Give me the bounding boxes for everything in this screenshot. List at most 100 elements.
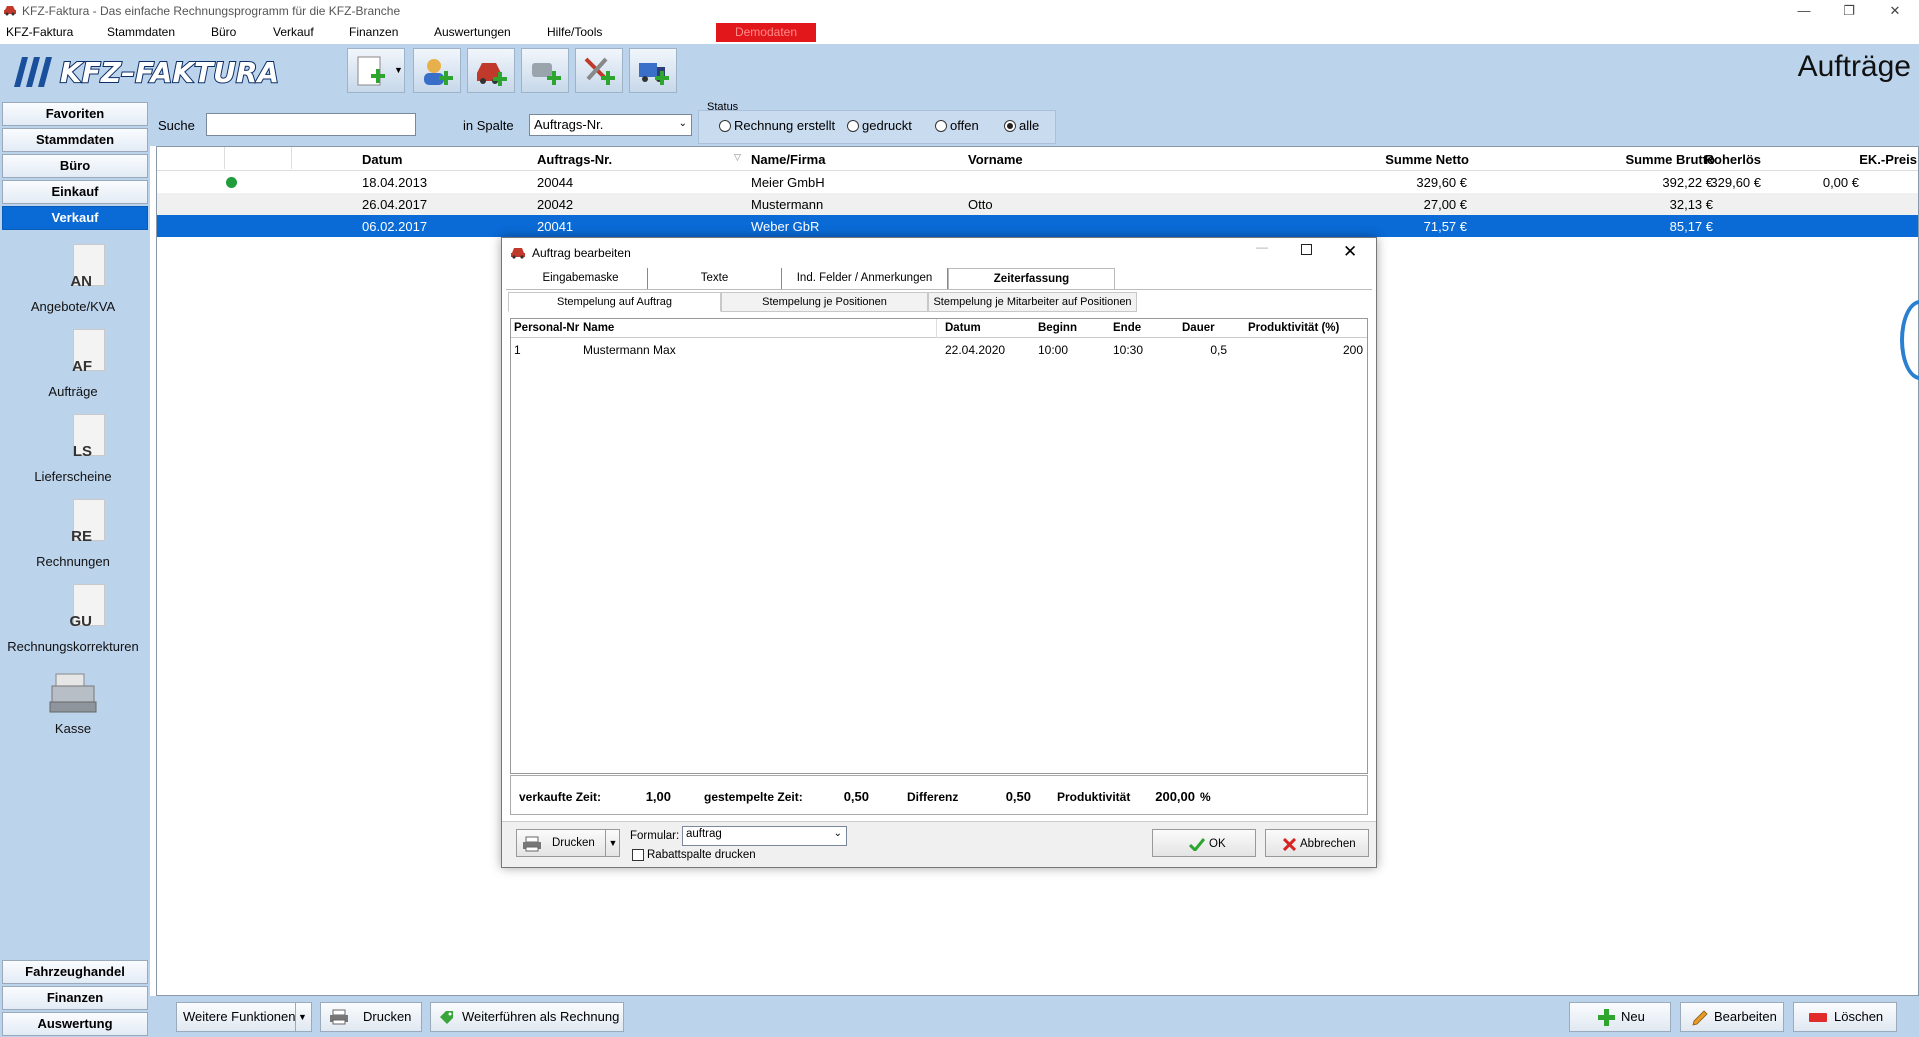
sidebar-section-verkauf[interactable]: Verkauf <box>2 206 148 230</box>
sidebar-section-favoriten[interactable]: Favoriten <box>2 102 148 126</box>
cash-register-icon <box>49 673 97 713</box>
col-datum[interactable]: Datum <box>362 152 402 167</box>
chevron-down-icon[interactable]: ▼ <box>394 65 403 75</box>
subtab-stempelung-auftrag[interactable]: Stempelung auf Auftrag <box>508 292 721 312</box>
module-kasse[interactable]: Kasse <box>0 672 146 736</box>
productivity-value: 200,00 <box>1155 789 1195 804</box>
dialog-print-button[interactable]: Drucken ▼ <box>516 829 620 857</box>
dialog-footer: Drucken ▼ Formular: auftrag ⌄ Rabattspal… <box>502 821 1376 867</box>
convert-to-invoice-button[interactable]: Weiterführen als Rechnung <box>430 1002 624 1032</box>
car-icon <box>511 248 525 259</box>
chevron-down-icon[interactable]: ▼ <box>295 1003 309 1031</box>
sidebar-section-fahrzeughandel[interactable]: Fahrzeughandel <box>2 960 148 984</box>
document-icon: LS <box>54 414 105 462</box>
add-service-button[interactable] <box>575 48 623 93</box>
window-titlebar: KFZ-Faktura - Das einfache Rechnungsprog… <box>0 0 1919 22</box>
col-name-firma[interactable]: Name/Firma <box>751 152 825 167</box>
status-option-rechnung-erstellt[interactable]: Rechnung erstellt <box>719 118 835 133</box>
printer-icon <box>523 836 541 852</box>
search-input[interactable] <box>206 113 416 136</box>
menu-hilfe-tools[interactable]: Hilfe/Tools <box>547 25 602 39</box>
subtab-stempelung-positionen[interactable]: Stempelung je Positionen <box>721 292 928 312</box>
car-icon <box>4 6 16 16</box>
col-summe-netto[interactable]: Summe Netto <box>1269 152 1469 167</box>
dialog-maximize-button[interactable] <box>1301 244 1312 255</box>
radio-icon <box>1004 120 1016 132</box>
delete-button[interactable]: Löschen <box>1793 1002 1897 1032</box>
menu-stammdaten[interactable]: Stammdaten <box>107 25 175 39</box>
tab-zeiterfassung[interactable]: Zeiterfassung <box>948 268 1115 289</box>
add-vehicle-button[interactable] <box>467 48 515 93</box>
dialog-close-button[interactable]: ✕ <box>1343 242 1357 262</box>
table-row[interactable]: 26.04.2017 20042 Mustermann Otto 27,00 €… <box>157 193 1918 215</box>
new-button[interactable]: Neu <box>1569 1002 1671 1032</box>
truck-icon <box>639 63 669 85</box>
discount-column-label: Rabattspalte drucken <box>647 849 756 861</box>
print-button[interactable]: Drucken <box>320 1002 422 1032</box>
tab-eingabemaske[interactable]: Eingabemaske <box>514 268 648 289</box>
add-article-icon <box>532 63 561 85</box>
module-angebote[interactable]: AN Angebote/KVA <box>0 244 146 314</box>
app-header: KFZ–FAKTURA ▼ Aufträge <box>0 44 1919 98</box>
table-row[interactable]: 1 Mustermann Max 22.04.2020 10:00 10:30 … <box>511 319 1367 363</box>
radio-icon <box>719 120 731 132</box>
sidebar-section-auswertung[interactable]: Auswertung <box>2 1012 148 1036</box>
menu-buero[interactable]: Büro <box>211 25 236 39</box>
table-row-selected[interactable]: 06.02.2017 20041 Weber GbR 71,57 € 85,17… <box>157 215 1918 237</box>
status-option-offen[interactable]: offen <box>935 118 979 133</box>
chevron-down-icon[interactable]: ▼ <box>605 830 620 856</box>
edit-order-dialog: Auftrag bearbeiten — ✕ Eingabemaske Text… <box>501 237 1377 868</box>
subtab-stempelung-mitarbeiter[interactable]: Stempelung je Mitarbeiter auf Positionen <box>928 292 1137 312</box>
document-icon: AN <box>54 244 105 292</box>
discount-column-checkbox[interactable] <box>632 849 644 861</box>
module-rechnungskorrekturen[interactable]: GU Rechnungskorrekturen <box>0 584 146 654</box>
sidebar-section-finanzen[interactable]: Finanzen <box>2 986 148 1010</box>
menu-auswertungen[interactable]: Auswertungen <box>434 25 511 39</box>
column-select[interactable]: Auftrags-Nr. ⌄ <box>529 114 692 136</box>
menu-kfz-faktura[interactable]: KFZ-Faktura <box>6 25 73 39</box>
close-icon <box>1283 838 1296 851</box>
svg-text:KFZ–FAKTURA: KFZ–FAKTURA <box>60 56 279 89</box>
minimize-button[interactable]: — <box>1781 0 1827 22</box>
column-label: in Spalte <box>463 118 514 133</box>
form-select[interactable]: auftrag ⌄ <box>682 826 847 846</box>
cancel-button[interactable]: Abbrechen <box>1265 829 1369 857</box>
restore-button[interactable]: ❐ <box>1826 0 1872 22</box>
ok-button[interactable]: OK <box>1152 829 1256 857</box>
chevron-down-icon: ⌄ <box>678 118 687 129</box>
sidebar-section-einkauf[interactable]: Einkauf <box>2 180 148 204</box>
window-title: KFZ-Faktura - Das einfache Rechnungsprog… <box>22 4 401 18</box>
new-document-icon <box>357 56 385 86</box>
status-option-alle[interactable]: alle <box>1004 118 1039 133</box>
dialog-minimize-button[interactable]: — <box>1256 240 1268 254</box>
document-icon: GU <box>54 584 105 632</box>
module-lieferscheine[interactable]: LS Lieferscheine <box>0 414 146 484</box>
add-vehicle-icon <box>477 63 507 86</box>
table-row[interactable]: 18.04.2013 20044 Meier GmbH 329,60 € 392… <box>157 171 1918 193</box>
tab-ind-felder[interactable]: Ind. Felder / Anmerkungen <box>782 268 948 289</box>
menu-verkauf[interactable]: Verkauf <box>273 25 314 39</box>
radio-icon <box>847 120 859 132</box>
add-customer-button[interactable] <box>413 48 461 93</box>
module-rechnungen[interactable]: RE Rechnungen <box>0 499 146 569</box>
sidebar-section-stammdaten[interactable]: Stammdaten <box>2 128 148 152</box>
menu-finanzen[interactable]: Finanzen <box>349 25 398 39</box>
form-label: Formular: <box>630 830 680 842</box>
add-truck-button[interactable] <box>629 48 677 93</box>
new-document-button[interactable]: ▼ <box>347 48 405 93</box>
more-functions-button[interactable]: Weitere Funktionen ▼ <box>176 1002 312 1032</box>
status-option-gedruckt[interactable]: gedruckt <box>847 118 912 133</box>
col-ek-preis[interactable]: EK.-Preis <box>1717 152 1917 167</box>
dialog-title: Auftrag bearbeiten <box>532 246 631 260</box>
tab-texte[interactable]: Texte <box>648 268 782 289</box>
col-vorname[interactable]: Vorname <box>968 152 1023 167</box>
stamped-time-value: 0,50 <box>843 789 869 804</box>
sidebar-section-buero[interactable]: Büro <box>2 154 148 178</box>
module-auftraege[interactable]: AF Aufträge <box>0 329 146 399</box>
close-window-button[interactable]: ✕ <box>1872 0 1918 22</box>
search-bar: Suche in Spalte Auftrags-Nr. ⌄ Status Re… <box>150 98 1919 146</box>
col-auftrags-nr[interactable]: Auftrags-Nr. <box>537 152 612 167</box>
edit-button[interactable]: Bearbeiten <box>1680 1002 1784 1032</box>
add-article-button[interactable] <box>521 48 569 93</box>
sidebar-bottom: Fahrzeughandel Finanzen Auswertung <box>0 958 150 1037</box>
